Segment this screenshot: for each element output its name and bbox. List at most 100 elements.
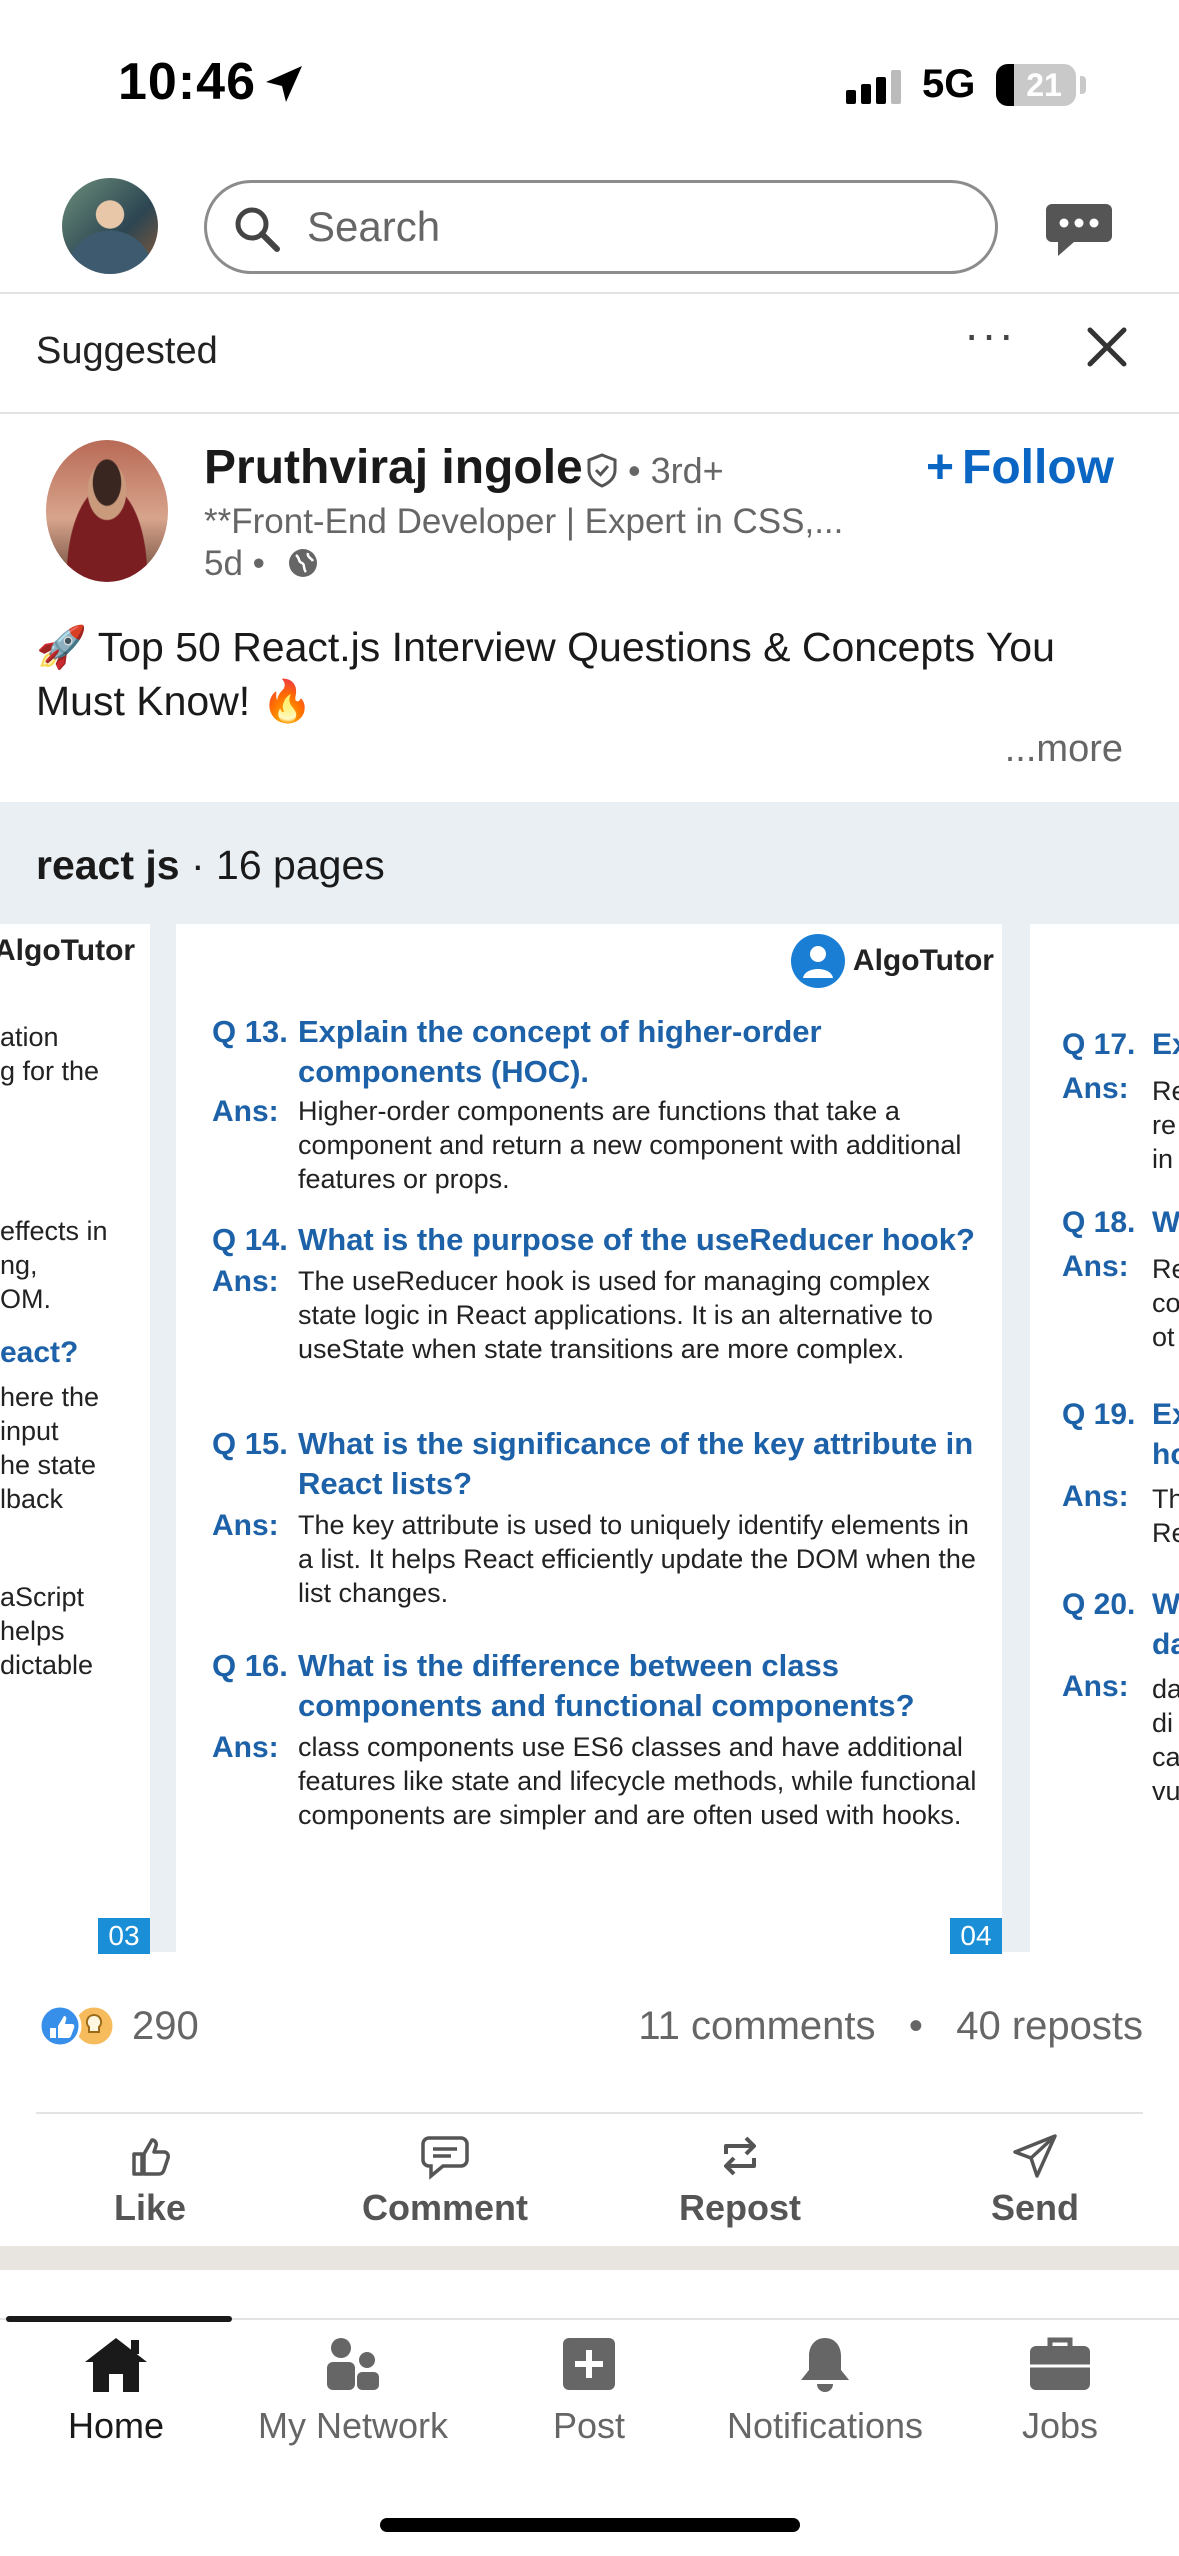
tab-post-label: Post	[552, 2405, 626, 2446]
social-counts: 290 11 comments • 40 reposts	[0, 1974, 1179, 2086]
post-actions: Like Comment Repost Send	[0, 2116, 1179, 2246]
answer-label: Ans:	[1062, 1072, 1129, 1105]
author-headline: **Front-End Developer | Expert in CSS,..…	[204, 502, 844, 541]
answer-fragment: co	[1152, 1288, 1179, 1318]
home-icon	[85, 2338, 147, 2392]
author-avatar[interactable]	[46, 440, 168, 582]
connection-degree: • 3rd+	[628, 450, 724, 491]
answer-fragment: Re	[1152, 1518, 1179, 1548]
cellular-signal-icon	[846, 70, 901, 104]
search-bar[interactable]	[204, 180, 998, 274]
messaging-icon[interactable]	[1044, 200, 1114, 260]
answer-label: Ans:	[212, 1731, 279, 1764]
comment-icon	[421, 2136, 469, 2180]
question-number: Q 19.	[1062, 1398, 1136, 1431]
more-options-icon[interactable]: ···	[960, 311, 1020, 374]
answer-fragment: di	[1152, 1708, 1174, 1738]
algotutor-logo-icon	[790, 934, 845, 988]
comments-reposts-count[interactable]: 11 comments • 40 reposts	[638, 2004, 1143, 2049]
home-indicator[interactable]	[380, 2518, 800, 2532]
answer-label: Ans:	[212, 1265, 279, 1298]
suggested-label: Suggested	[36, 330, 218, 372]
repost-label: Repost	[678, 2187, 801, 2228]
page-number: 04	[950, 1918, 1002, 1954]
top-nav	[0, 170, 1179, 294]
answer-fragment: Re	[1152, 1254, 1179, 1284]
answer-text: The key attribute is used to uniquely id…	[298, 1510, 976, 1608]
tab-post[interactable]: Post	[479, 2334, 699, 2447]
reaction-icons[interactable]	[36, 2002, 120, 2050]
question-fragment: da	[1152, 1628, 1179, 1661]
page-number: 03	[98, 1918, 150, 1954]
page-text-fragment: effects in	[0, 1216, 108, 1246]
page-text-fragment: ation	[0, 1022, 59, 1052]
tab-notifications[interactable]: Notifications	[715, 2334, 935, 2447]
question-text: Explain the concept of higher-order comp…	[298, 1014, 822, 1089]
send-icon	[1013, 2134, 1057, 2178]
author-name[interactable]: Pruthviraj ingole	[204, 440, 583, 495]
battery-icon: 21	[996, 64, 1076, 106]
comment-button[interactable]: Comment	[335, 2132, 555, 2229]
send-button[interactable]: Send	[925, 2132, 1145, 2229]
answer-text: class components use ES6 classes and hav…	[298, 1732, 977, 1830]
profile-avatar[interactable]	[62, 178, 158, 274]
answer-label: Ans:	[1062, 1670, 1129, 1703]
tab-my-network[interactable]: My Network	[243, 2334, 463, 2447]
tab-jobs[interactable]: Jobs	[950, 2334, 1170, 2447]
question-text: What is the purpose of the useReducer ho…	[298, 1222, 975, 1257]
comments-count[interactable]: 11 comments	[638, 2004, 875, 2048]
document-page-current[interactable]: AlgoTutor Q 13. Explain the concept of h…	[176, 924, 1002, 1954]
question-number: Q 18.	[1062, 1206, 1136, 1239]
separator-dot: •	[908, 2004, 923, 2048]
question-fragment: Ex	[1152, 1398, 1179, 1431]
answer-text: Higher-order components are functions th…	[298, 1096, 962, 1194]
my-network-icon	[327, 2338, 379, 2390]
battery-nub	[1080, 76, 1086, 94]
battery-level: 21	[1026, 67, 1062, 103]
document-page-previous[interactable]: AlgoTutor ation g for the effects in ng,…	[0, 924, 150, 1954]
close-icon[interactable]	[1080, 320, 1134, 374]
question-number: Q 17.	[1062, 1028, 1136, 1061]
like-icon	[132, 2138, 170, 2176]
question-number: Q 15.	[212, 1426, 288, 1461]
page-text-fragment: ng,	[0, 1250, 38, 1280]
brand-logo: AlgoTutor	[790, 934, 994, 988]
reposts-count[interactable]: 40 reposts	[956, 2004, 1143, 2048]
divider	[36, 2112, 1143, 2114]
question-number: Q 13.	[212, 1014, 288, 1049]
answer-text: The useReducer hook is used for managing…	[298, 1266, 933, 1364]
like-button[interactable]: Like	[40, 2132, 260, 2229]
post-author: Pruthviraj ingole • 3rd+ **Front-End Dev…	[0, 416, 1179, 602]
see-more-link[interactable]: ...more	[1005, 728, 1123, 771]
post-text: 🚀 Top 50 React.js Interview Questions & …	[36, 624, 1055, 724]
page-text-fragment: eact?	[0, 1336, 79, 1369]
page-text-fragment: g for the	[0, 1056, 100, 1086]
tab-home[interactable]: Home	[6, 2334, 226, 2447]
document-carousel[interactable]: react js · 16 pages AlgoTutor ation g fo…	[0, 802, 1179, 1954]
search-input[interactable]	[307, 183, 967, 271]
post-plus-icon	[563, 2338, 615, 2390]
answer-fragment: in	[1152, 1144, 1174, 1174]
page-text-fragment: dictable	[0, 1650, 94, 1680]
answer-label: Ans:	[1062, 1480, 1129, 1513]
status-time: 10:46	[118, 53, 256, 111]
question-text: What is the significance of the key attr…	[298, 1426, 974, 1501]
page-text-fragment: here the	[0, 1382, 100, 1412]
reaction-count[interactable]: 290	[132, 2004, 199, 2049]
answer-fragment: Re	[1152, 1076, 1179, 1106]
document-page-next[interactable]: Q 17. Ex Ans: Re re in Q 18. W Ans: Re c…	[1030, 924, 1179, 1954]
send-label: Send	[990, 2187, 1079, 2228]
question-fragment: W	[1152, 1206, 1179, 1239]
repost-button[interactable]: Repost	[630, 2132, 850, 2229]
follow-button[interactable]: + Follow	[926, 440, 1114, 495]
answer-fragment: Th	[1152, 1484, 1179, 1514]
question-text: What is the difference between class com…	[298, 1648, 915, 1723]
repost-icon	[724, 2136, 756, 2176]
comment-label: Comment	[361, 2187, 528, 2228]
page-text-fragment: lback	[0, 1484, 64, 1514]
verified-shield-icon	[587, 453, 617, 488]
question-fragment: ho	[1152, 1438, 1179, 1471]
answer-label: Ans:	[212, 1095, 279, 1128]
answer-fragment: vu	[1152, 1776, 1179, 1806]
answer-label: Ans:	[212, 1509, 279, 1542]
